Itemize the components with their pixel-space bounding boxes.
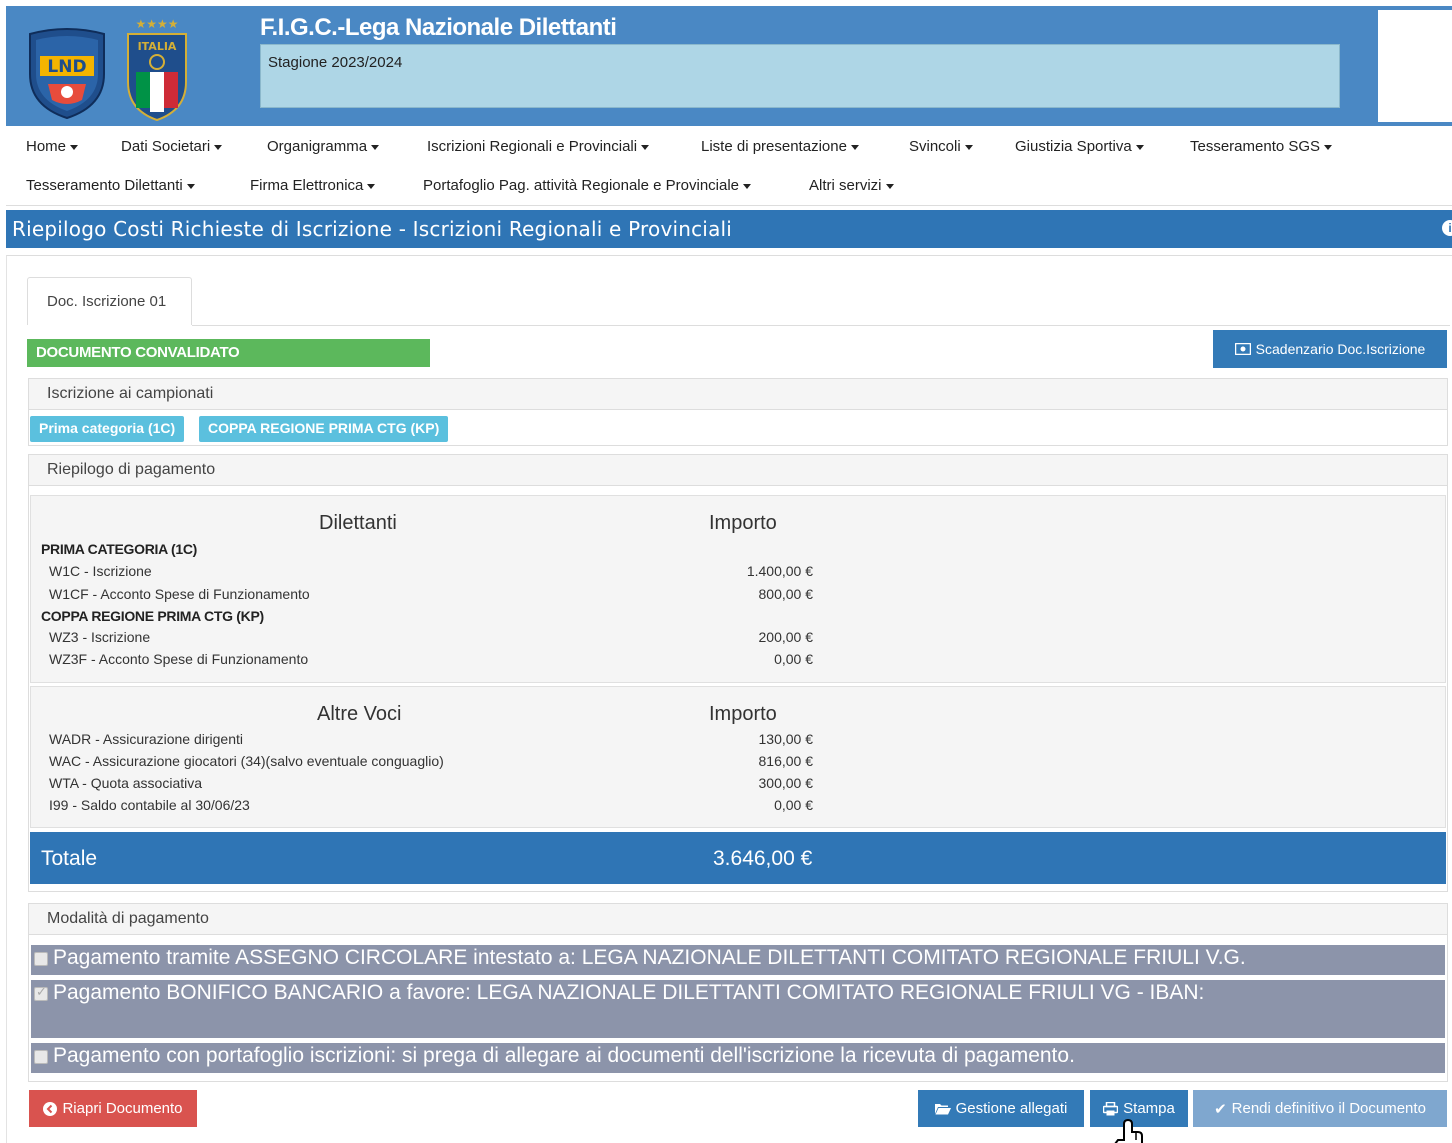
rendi-definitivo-label: Rendi definitivo il Documento [1231,1100,1426,1117]
row-amount: 130,00 € [758,731,814,747]
iscrizione-panel-heading: Iscrizione ai campionati [28,378,1448,410]
group-prima-categoria: PRIMA CATEGORIA (1C) [41,541,198,557]
caret-down-icon [1135,144,1144,150]
totale-label: Totale [41,847,98,870]
row-amount: 0,00 € [774,651,813,667]
rendi-definitivo-button[interactable]: ✔ Rendi definitivo il Documento [1193,1090,1447,1127]
caret-down-icon [371,144,380,150]
figc-italia-logo-icon: ★★★★ ITALIA [127,17,187,122]
caret-down-icon [885,183,894,189]
money-icon [1234,343,1251,355]
svg-text:★★★★: ★★★★ [135,17,178,31]
dilettanti-block: Dilettanti Importo PRIMA CATEGORIA (1C) … [30,495,1446,683]
totale-amount: 3.646,00 € [713,847,813,870]
nav-firma-elettronica[interactable]: Firma Elettronica [250,177,376,194]
page-title-bar: Riepilogo Costi Richieste di Iscrizione … [6,210,1452,248]
dilettanti-col-header: Dilettanti [319,512,397,534]
nav-portafoglio[interactable]: Portafoglio Pag. attività Regionale e Pr… [423,177,752,194]
payment-checkbox[interactable] [34,952,48,966]
riepilogo-panel-heading: Riepilogo di pagamento [28,454,1448,486]
payment-option-text: Pagamento tramite ASSEGNO CIRCOLARE inte… [53,946,1246,969]
print-icon [1103,1101,1119,1115]
caret-down-icon [1324,144,1333,150]
nav-home[interactable]: Home [26,138,79,155]
altre-voci-block: Altre Voci Importo WADR - Assicurazione … [30,686,1446,828]
nav-liste-presentazione[interactable]: Liste di presentazione [701,138,859,155]
nav-giustizia-sportiva[interactable]: Giustizia Sportiva [1015,138,1144,155]
season-box: Stagione 2023/2024 [260,44,1340,108]
nav-tesseramento-sgs[interactable]: Tesseramento SGS [1190,138,1333,155]
hand-pointer-cursor-icon [1114,1118,1143,1143]
nav-altri-servizi[interactable]: Altri servizi [809,177,894,194]
caret-down-icon [964,144,973,150]
check-icon: ✔ [1214,1100,1227,1118]
payment-option-text: Pagamento con portafoglio iscrizioni: si… [53,1044,1075,1067]
user-avatar-box[interactable] [1378,10,1452,122]
nav-organigramma[interactable]: Organigramma [267,138,380,155]
main-navigation: Home Dati Societari Organigramma Iscrizi… [6,126,1452,206]
page-title: Riepilogo Costi Richieste di Iscrizione … [12,217,733,241]
caret-down-icon [186,183,195,189]
lnd-logo-text: LND [47,57,86,77]
importo-col-header: Importo [709,512,777,534]
payment-checkbox[interactable] [34,1050,48,1064]
row-amount: 300,00 € [758,775,814,791]
nav-iscrizioni[interactable]: Iscrizioni Regionali e Provinciali [427,138,650,155]
row-amount: 1.400,00 € [746,563,813,579]
label-coppa-regione: COPPA REGIONE PRIMA CTG (KP) [199,416,449,442]
gestione-allegati-label: Gestione allegati [955,1100,1068,1117]
caret-down-icon [641,144,650,150]
caret-down-icon [367,183,376,189]
nav-svincoli[interactable]: Svincoli [909,138,973,155]
gestione-allegati-button[interactable]: Gestione allegati [918,1090,1084,1127]
payment-option-bonifico[interactable]: Pagamento BONIFICO BANCARIO a favore: LE… [31,980,1445,1038]
scadenzario-button[interactable]: Scadenzario Doc.Iscrizione [1213,330,1447,368]
caret-down-icon [743,183,752,189]
riapri-label: Riapri Documento [62,1100,183,1117]
folder-open-icon [934,1104,951,1115]
row-amount: 816,00 € [758,753,814,769]
row-amount: 200,00 € [758,629,814,645]
caret-down-icon [214,144,223,150]
riapri-documento-button[interactable]: Riapri Documento [29,1090,197,1127]
status-badge: DOCUMENTO CONVALIDATO [27,339,430,367]
tab-divider [192,325,1450,326]
group-coppa-regione: COPPA REGIONE PRIMA CTG (KP) [41,608,264,624]
nav-dati-societari[interactable]: Dati Societari [121,138,223,155]
modalita-panel-heading: Modalità di pagamento [28,903,1448,935]
payment-option-text: Pagamento BONIFICO BANCARIO a favore: LE… [53,981,1205,1004]
payment-checkbox-checked[interactable] [34,984,48,1001]
info-icon[interactable]: i [1442,220,1452,236]
circle-arrow-left-icon [43,1101,58,1116]
row-amount: 800,00 € [758,586,814,602]
altre-voci-col-header: Altre Voci [317,703,402,725]
row-amount: 0,00 € [774,797,813,813]
org-title: F.I.G.C.-Lega Nazionale Dilettanti [260,14,617,41]
nav-tesseramento-dilettanti[interactable]: Tesseramento Dilettanti [26,177,195,194]
caret-down-icon [70,144,79,150]
lnd-logo-icon: LND [29,28,105,120]
stampa-label: Stampa [1123,1100,1175,1117]
italia-logo-text: ITALIA [138,40,177,53]
importo-col-header: Importo [709,703,777,725]
totale-row: Totale 3.646,00 € [30,832,1446,884]
caret-down-icon [850,144,859,150]
site-header: LND ★★★★ ITALIA F.I.G.C.-Lega Nazionale … [6,6,1452,126]
scadenzario-label: Scadenzario Doc.Iscrizione [1255,341,1426,357]
label-prima-categoria: Prima categoria (1C) [30,416,185,442]
payment-option-assegno[interactable]: Pagamento tramite ASSEGNO CIRCOLARE inte… [31,945,1445,975]
payment-option-portafoglio[interactable]: Pagamento con portafoglio iscrizioni: si… [31,1043,1445,1073]
tab-doc-iscrizione-01[interactable]: Doc. Iscrizione 01 [27,277,192,325]
